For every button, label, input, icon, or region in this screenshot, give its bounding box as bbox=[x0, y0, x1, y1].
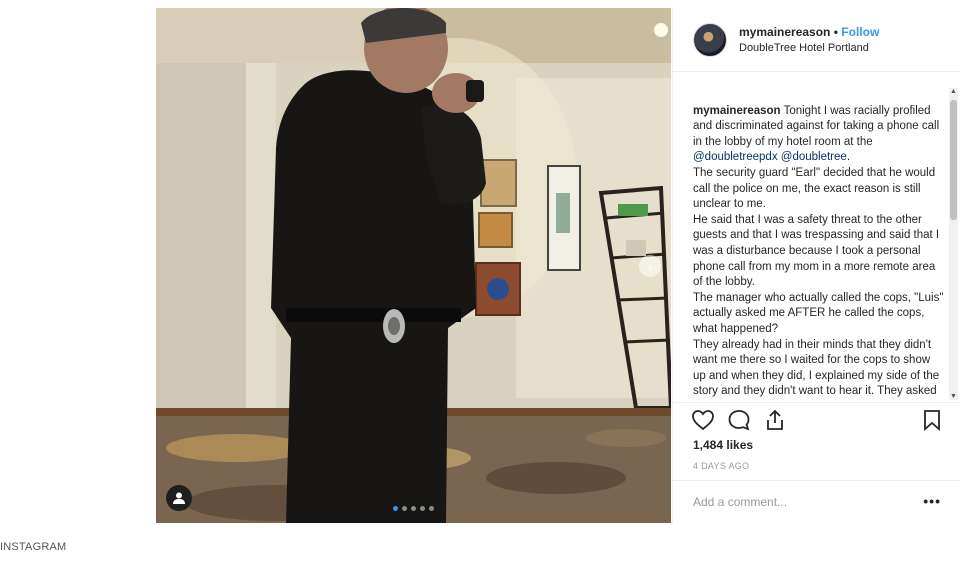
photo-scene bbox=[156, 8, 671, 523]
comment-input[interactable]: Add a comment... bbox=[693, 495, 787, 509]
scroll-down-icon[interactable]: ▼ bbox=[949, 393, 958, 400]
post-header: mymainereason • Follow DoubleTree Hotel … bbox=[673, 8, 960, 72]
header-text: mymainereason • Follow DoubleTree Hotel … bbox=[739, 25, 879, 54]
carousel-dot bbox=[420, 506, 425, 511]
carousel-dot bbox=[429, 506, 434, 511]
caption-username[interactable]: mymainereason bbox=[693, 105, 781, 117]
separator: • bbox=[833, 25, 838, 39]
caption-scrollbar[interactable]: ▲ ▼ bbox=[949, 88, 958, 400]
share-icon[interactable] bbox=[763, 409, 787, 431]
carousel-dots bbox=[156, 506, 671, 511]
post-side-panel: mymainereason • Follow DoubleTree Hotel … bbox=[672, 8, 960, 523]
chevron-right-icon[interactable]: › bbox=[639, 255, 661, 277]
action-bar bbox=[673, 402, 960, 432]
caption-text: . The security guard "Earl" decided that… bbox=[693, 151, 944, 398]
scroll-thumb[interactable] bbox=[950, 100, 957, 220]
comment-bar: Add a comment... ••• bbox=[673, 480, 960, 523]
location-link[interactable]: DoubleTree Hotel Portland bbox=[739, 42, 879, 54]
follow-button[interactable]: Follow bbox=[841, 25, 879, 39]
avatar[interactable] bbox=[693, 22, 727, 57]
header-line: mymainereason • Follow bbox=[739, 25, 879, 39]
username-link[interactable]: mymainereason bbox=[739, 25, 830, 39]
timestamp[interactable]: 4 DAYS AGO bbox=[693, 461, 749, 471]
more-options-icon[interactable]: ••• bbox=[923, 493, 941, 509]
mention-link[interactable]: @doubletree bbox=[781, 151, 847, 163]
scroll-up-icon[interactable]: ▲ bbox=[949, 88, 958, 95]
mention-link[interactable]: @doubletreepdx bbox=[693, 151, 778, 163]
comment-icon[interactable] bbox=[727, 409, 751, 431]
heart-icon[interactable] bbox=[691, 409, 715, 431]
post-photo[interactable]: › bbox=[156, 8, 671, 523]
caption: mymainereason Tonight I was racially pro… bbox=[693, 88, 945, 400]
image-credit: INSTAGRAM bbox=[0, 541, 67, 553]
user-tag-icon bbox=[173, 492, 185, 504]
carousel-dot-active bbox=[393, 506, 398, 511]
carousel-dot bbox=[402, 506, 407, 511]
carousel-dot bbox=[411, 506, 416, 511]
bookmark-icon[interactable] bbox=[921, 409, 943, 431]
likes-count[interactable]: 1,484 likes bbox=[693, 438, 753, 452]
